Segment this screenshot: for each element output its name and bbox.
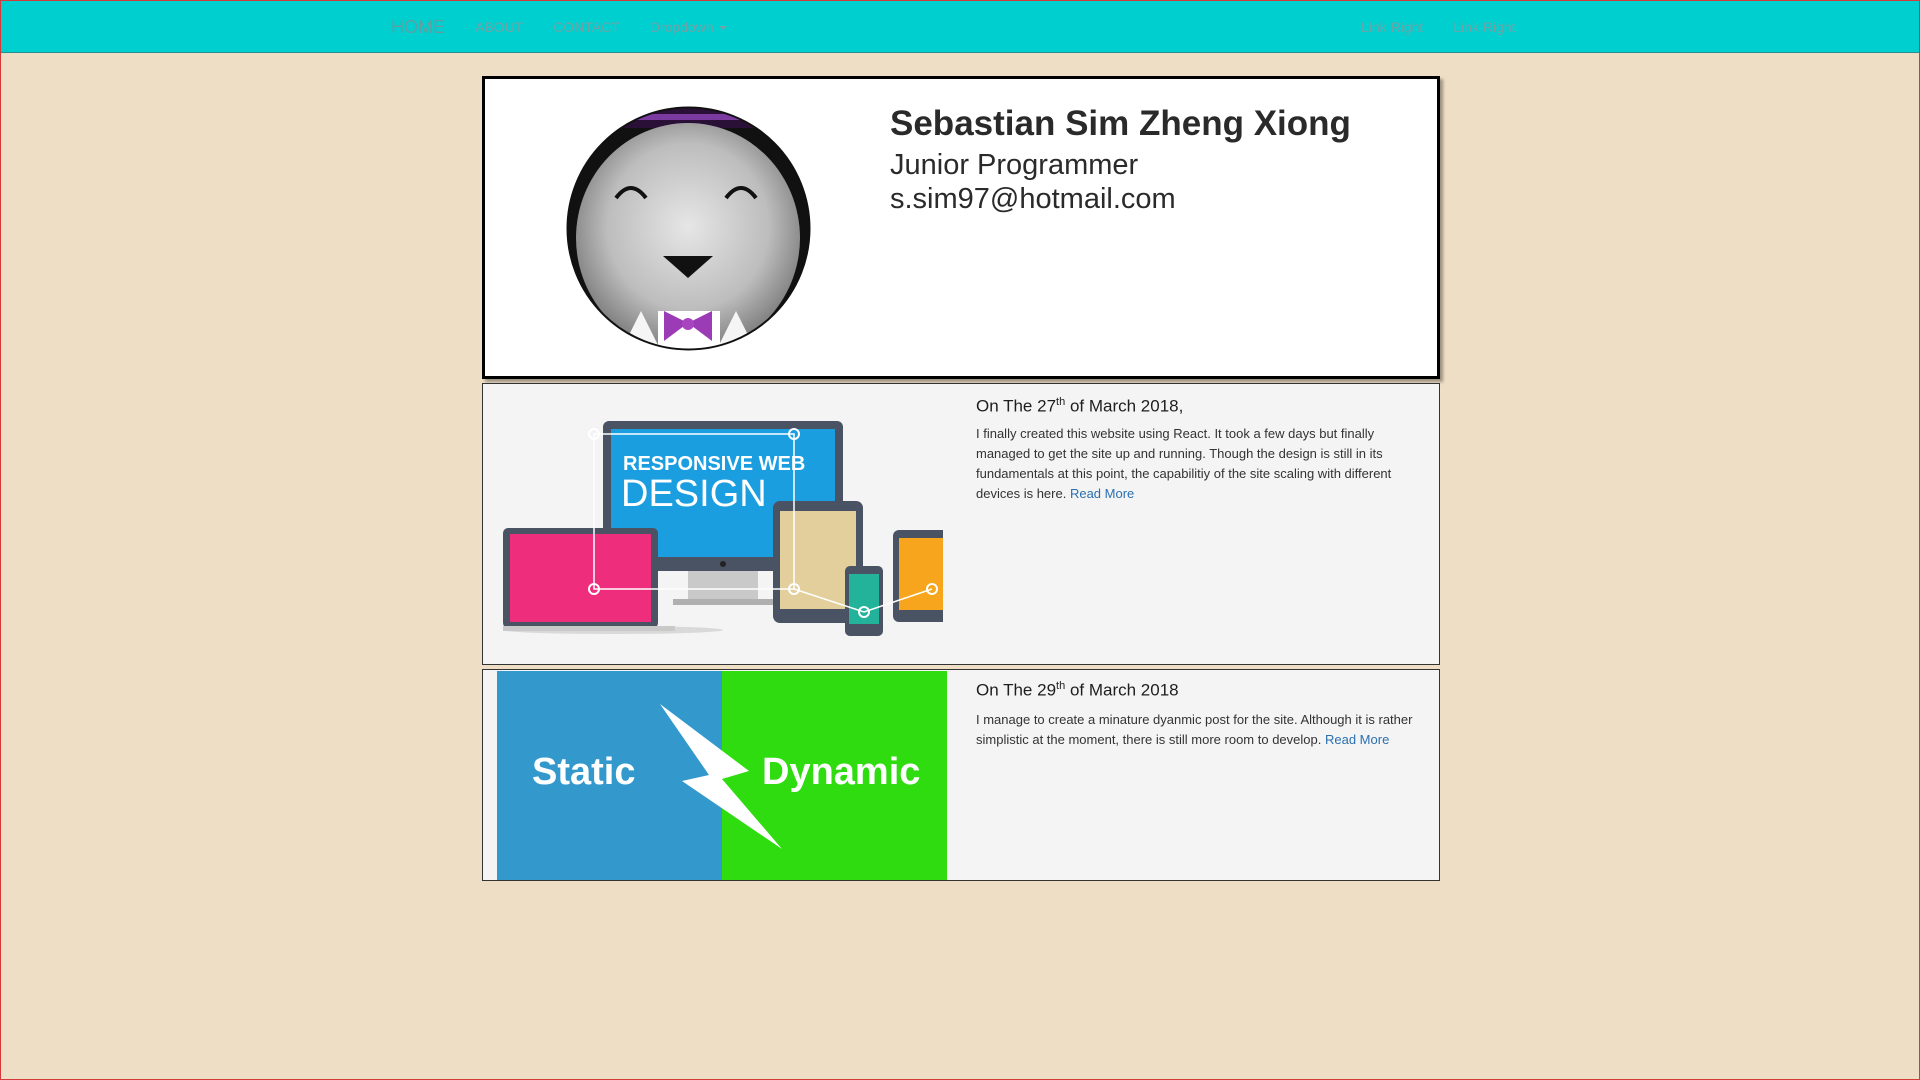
post-body: I finally created this website using Rea… (976, 424, 1426, 504)
post-card: Static Dynamic On The 29th of March 2018… (482, 669, 1440, 881)
nav-home-link[interactable]: HOME (391, 17, 445, 38)
post-body-text: I finally created this website using Rea… (976, 426, 1392, 501)
post-title-prefix: On The 27 (976, 396, 1057, 416)
profile-card: Sebastian Sim Zheng Xiong Junior Program… (482, 76, 1440, 379)
nav-link-right-2[interactable]: Link Right (1453, 19, 1515, 35)
read-more-link[interactable]: Read More (1070, 486, 1134, 501)
post-title-suffix: of March 2018, (1065, 396, 1184, 416)
nav-dropdown-label: Dropdown (649, 19, 714, 35)
nav-right-group: Link Right Link Right (1361, 1, 1546, 53)
nav-link-right-1[interactable]: Link Right (1361, 19, 1423, 35)
image-text-responsive: RESPONSIVE WEB (623, 453, 805, 475)
post-title: On The 27th of March 2018, (976, 396, 1183, 417)
nav-about-link[interactable]: ABOUT (475, 19, 523, 35)
caret-down-icon (718, 26, 727, 31)
post-title-ordinal: th (1056, 396, 1066, 408)
static-dynamic-image: Static Dynamic (497, 671, 947, 880)
profile-role: Junior Programmer (890, 149, 1139, 181)
image-text-dynamic: Dynamic (762, 751, 920, 793)
profile-name: Sebastian Sim Zheng Xiong (890, 104, 1351, 143)
nav-left-group: HOME ABOUT CONTACT Dropdown (391, 1, 757, 53)
post-card: RESPONSIVE WEB DESIGN On The 27th of Mar… (482, 383, 1440, 665)
image-text-design: DESIGN (621, 473, 767, 515)
post-title: On The 29th of March 2018 (976, 680, 1179, 701)
responsive-design-image: RESPONSIVE WEB DESIGN (503, 421, 943, 636)
top-navbar: HOME ABOUT CONTACT Dropdown Link Right L… (1, 1, 1919, 53)
nav-dropdown-toggle[interactable]: Dropdown (650, 19, 727, 35)
post-body: I manage to create a minature dyanmic po… (976, 710, 1426, 750)
image-text-static: Static (532, 751, 635, 793)
post-title-suffix: of March 2018 (1065, 680, 1179, 700)
profile-email: s.sim97@hotmail.com (890, 183, 1176, 215)
post-title-prefix: On The 29 (976, 680, 1057, 700)
read-more-link[interactable]: Read More (1325, 732, 1389, 747)
profile-avatar (566, 106, 811, 351)
post-title-ordinal: th (1056, 680, 1066, 692)
nav-contact-link[interactable]: CONTACT (553, 19, 620, 35)
